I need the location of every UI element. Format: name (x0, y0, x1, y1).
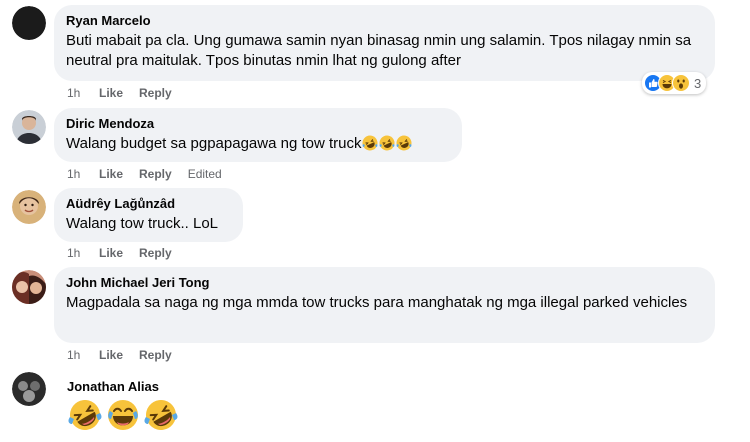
reply-button[interactable]: Reply (139, 245, 172, 261)
comment-text: Buti mabait pa cla. Ung gumawa samin nya… (66, 32, 692, 69)
joy-emoji-icon (108, 400, 138, 430)
comment-author[interactable]: Jonathan Alias (67, 379, 159, 395)
like-button[interactable]: Like (99, 347, 123, 363)
comment-text-body: Walang budget sa pgpapagawa ng tow truck (66, 135, 362, 152)
comment-timestamp[interactable]: 1h (67, 245, 99, 261)
comment-text: Walang budget sa pgpapagawa ng tow truck (66, 134, 450, 154)
comment-text: Magpadala sa naga ng mga mmda tow trucks… (66, 294, 688, 311)
reaction-count: 3 (694, 75, 702, 91)
rofl-emoji-icon (68, 400, 102, 430)
avatar[interactable] (12, 372, 46, 406)
comment-bubble: John Michael Jeri Tong Magpadala sa naga… (54, 267, 715, 343)
comment-actions: 1h Like Reply (67, 85, 188, 101)
edited-label[interactable]: Edited (188, 166, 222, 182)
rofl-emoji-icon (379, 135, 395, 151)
like-button[interactable]: Like (99, 85, 123, 101)
comment-bubble: Ryan Marcelo Buti mabait pa cla. Ung gum… (54, 5, 715, 81)
reaction-summary[interactable]: 3 (642, 72, 707, 94)
comment-bubble: Aüdrêy Lağůnzâd Walang tow truck.. LoL (54, 188, 243, 242)
rofl-emoji-icon (362, 135, 378, 151)
comment-actions: 1h Like Reply (67, 245, 188, 261)
like-button[interactable]: Like (99, 245, 123, 261)
wow-icon (672, 74, 690, 92)
rofl-emoji-icon (144, 400, 178, 430)
avatar[interactable] (12, 270, 46, 304)
reply-button[interactable]: Reply (139, 166, 172, 182)
comment-author[interactable]: Diric Mendoza (66, 116, 450, 132)
comment-actions: 1h Like Reply Edited (67, 166, 222, 182)
comment-bubble: Diric Mendoza Walang budget sa pgpapagaw… (54, 108, 462, 162)
emoji-comment (67, 397, 181, 433)
comment-author[interactable]: John Michael Jeri Tong (66, 275, 703, 291)
avatar[interactable] (12, 190, 46, 224)
avatar[interactable] (12, 6, 46, 40)
reply-button[interactable]: Reply (139, 347, 172, 363)
comment-timestamp[interactable]: 1h (67, 166, 99, 182)
reply-button[interactable]: Reply (139, 85, 172, 101)
comment-text: Walang tow truck.. LoL (66, 215, 219, 232)
comment-timestamp[interactable]: 1h (67, 347, 99, 363)
comment-author[interactable]: Ryan Marcelo (66, 13, 703, 29)
rofl-emoji-icon (396, 135, 412, 151)
avatar[interactable] (12, 110, 46, 144)
like-button[interactable]: Like (99, 166, 123, 182)
comment-author[interactable]: Aüdrêy Lağůnzâd (66, 196, 231, 212)
comment-timestamp[interactable]: 1h (67, 85, 99, 101)
comment-actions: 1h Like Reply (67, 347, 188, 363)
